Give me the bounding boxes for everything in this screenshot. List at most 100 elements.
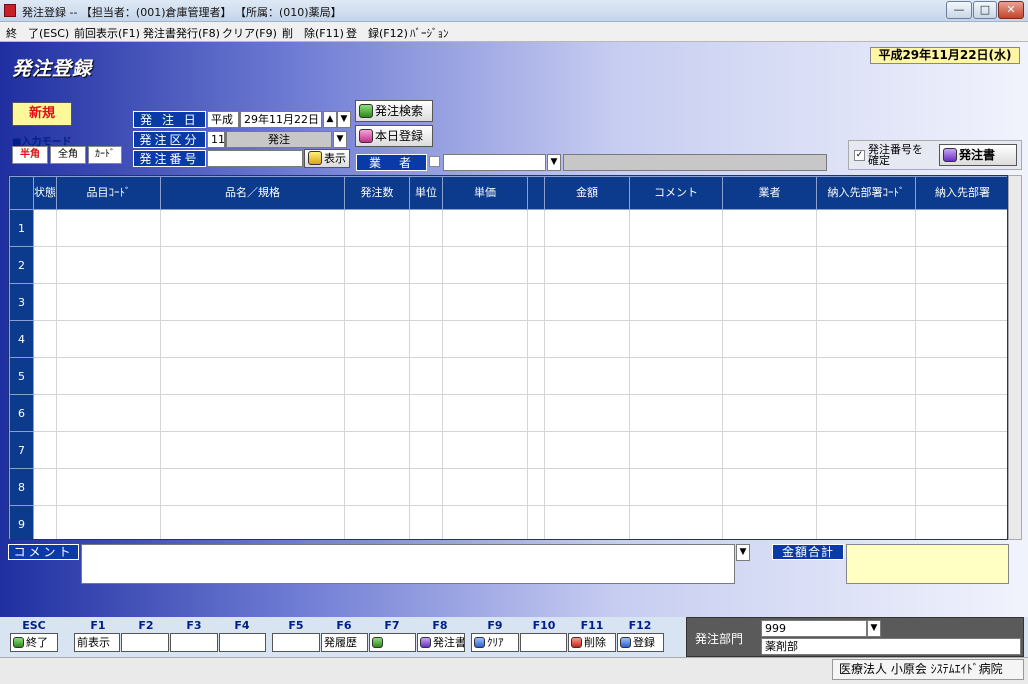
order-type-dropdown-icon[interactable]: ▼ xyxy=(333,131,347,148)
grid-cell[interactable] xyxy=(722,246,817,284)
grid-cell[interactable] xyxy=(629,283,723,321)
col-header-dept[interactable]: 納入先部署 xyxy=(915,176,1007,210)
grid-cell[interactable] xyxy=(527,505,545,539)
order-date-field[interactable]: 29年11月22日 xyxy=(240,111,322,128)
fkey-f4-button[interactable] xyxy=(219,633,266,652)
col-header-unit[interactable]: 単位 xyxy=(409,176,443,210)
fkey-f6-button[interactable]: 発履歴 xyxy=(321,633,368,652)
grid-cell[interactable] xyxy=(160,320,345,358)
grid-cell[interactable] xyxy=(527,320,545,358)
table-row[interactable]: 7 xyxy=(9,431,1007,469)
col-header-quantity[interactable]: 発注数 xyxy=(344,176,410,210)
grid-cell[interactable] xyxy=(722,505,817,539)
col-header-vendor[interactable]: 業者 xyxy=(722,176,817,210)
grid-cell[interactable] xyxy=(816,505,916,539)
close-button[interactable]: ✕ xyxy=(998,1,1024,19)
menu-item-exit[interactable]: 終 了(ESC) xyxy=(6,25,69,41)
grid-cell[interactable] xyxy=(527,357,545,395)
confirm-checkbox[interactable]: ✓ xyxy=(854,150,865,161)
col-header-amount[interactable]: 金額 xyxy=(544,176,630,210)
grid-cell[interactable] xyxy=(56,357,161,395)
grid-cell[interactable] xyxy=(33,468,57,506)
grid-cell[interactable] xyxy=(160,246,345,284)
grid-cell[interactable] xyxy=(544,283,630,321)
grid-cell[interactable] xyxy=(344,431,410,469)
grid-cell[interactable] xyxy=(629,209,723,247)
grid-cell[interactable] xyxy=(409,320,443,358)
fkey-f10-button[interactable] xyxy=(520,633,567,652)
fkey-f5-button[interactable] xyxy=(272,633,320,652)
grid-cell[interactable] xyxy=(33,320,57,358)
grid-cell[interactable] xyxy=(527,431,545,469)
grid-cell[interactable] xyxy=(442,357,528,395)
table-row[interactable]: 1 xyxy=(9,209,1007,247)
order-search-button[interactable]: 発注検索 xyxy=(355,100,433,122)
mode-hankaku-button[interactable]: 半角 xyxy=(12,146,48,164)
grid-cell[interactable] xyxy=(409,431,443,469)
grid-cell[interactable] xyxy=(816,394,916,432)
grid-cell[interactable] xyxy=(816,209,916,247)
grid-cell[interactable] xyxy=(442,283,528,321)
grid-cell[interactable] xyxy=(160,357,345,395)
grid-cell[interactable] xyxy=(442,505,528,539)
grid-cell[interactable] xyxy=(722,209,817,247)
grid-scrollbar[interactable] xyxy=(1008,175,1022,540)
grid-cell[interactable] xyxy=(915,431,1007,469)
order-no-field[interactable] xyxy=(207,150,303,167)
grid-cell[interactable] xyxy=(629,357,723,395)
grid-cell[interactable] xyxy=(544,394,630,432)
grid-cell[interactable] xyxy=(442,431,528,469)
dept-code-field[interactable]: 999 xyxy=(761,620,867,637)
grid-cell[interactable] xyxy=(442,468,528,506)
grid-cell[interactable] xyxy=(409,283,443,321)
grid-cell[interactable] xyxy=(915,320,1007,358)
col-header-dept-code[interactable]: 納入先部署ｺｰﾄﾞ xyxy=(816,176,916,210)
grid-cell[interactable] xyxy=(544,431,630,469)
vendor-checkbox[interactable] xyxy=(429,156,440,167)
grid-cell[interactable] xyxy=(915,468,1007,506)
table-row[interactable]: 8 xyxy=(9,468,1007,506)
menu-item-version[interactable]: ﾊﾞｰｼﾞｮﾝ xyxy=(410,25,449,41)
grid-cell[interactable] xyxy=(56,283,161,321)
dept-dropdown-icon[interactable]: ▼ xyxy=(867,620,881,637)
vendor-dropdown-icon[interactable]: ▼ xyxy=(547,154,561,171)
grid-cell[interactable] xyxy=(160,209,345,247)
menu-item-clear[interactable]: クリア(F9) xyxy=(222,25,277,41)
grid-cell[interactable] xyxy=(915,357,1007,395)
col-header-item-name[interactable]: 品名／規格 xyxy=(160,176,345,210)
grid-cell[interactable] xyxy=(722,357,817,395)
fkey-f1-button[interactable]: 前表示 xyxy=(74,633,120,652)
grid-cell[interactable] xyxy=(56,209,161,247)
table-row[interactable]: 9 xyxy=(9,505,1007,539)
grid-cell[interactable] xyxy=(344,357,410,395)
era-field[interactable]: 平成 xyxy=(207,111,239,128)
grid-cell[interactable] xyxy=(629,394,723,432)
fkey-f2-button[interactable] xyxy=(121,633,169,652)
vendor-field[interactable] xyxy=(443,154,546,171)
grid-cell[interactable] xyxy=(344,209,410,247)
grid-cell[interactable] xyxy=(409,394,443,432)
grid-cell[interactable] xyxy=(915,246,1007,284)
show-button[interactable]: 表示 xyxy=(304,149,350,168)
grid-cell[interactable] xyxy=(409,468,443,506)
grid-cell[interactable] xyxy=(527,246,545,284)
grid-cell[interactable] xyxy=(544,209,630,247)
col-header-status[interactable]: 状態 xyxy=(33,176,57,210)
grid-cell[interactable] xyxy=(527,209,545,247)
grid-cell[interactable] xyxy=(56,246,161,284)
comment-dropdown-icon[interactable]: ▼ xyxy=(736,544,750,561)
col-header-unit-price[interactable]: 単価 xyxy=(442,176,528,210)
col-header-item-code[interactable]: 品目ｺｰﾄﾞ xyxy=(56,176,161,210)
minimize-button[interactable]: — xyxy=(946,1,972,19)
grid-cell[interactable] xyxy=(629,246,723,284)
grid-cell[interactable] xyxy=(915,394,1007,432)
table-row[interactable]: 5 xyxy=(9,357,1007,395)
fkey-f8-button[interactable]: 発注書 xyxy=(417,633,465,652)
grid-cell[interactable] xyxy=(344,505,410,539)
grid-cell[interactable] xyxy=(33,357,57,395)
grid-cell[interactable] xyxy=(442,394,528,432)
grid-cell[interactable] xyxy=(160,468,345,506)
grid-cell[interactable] xyxy=(722,320,817,358)
grid-cell[interactable] xyxy=(56,505,161,539)
grid-cell[interactable] xyxy=(56,468,161,506)
